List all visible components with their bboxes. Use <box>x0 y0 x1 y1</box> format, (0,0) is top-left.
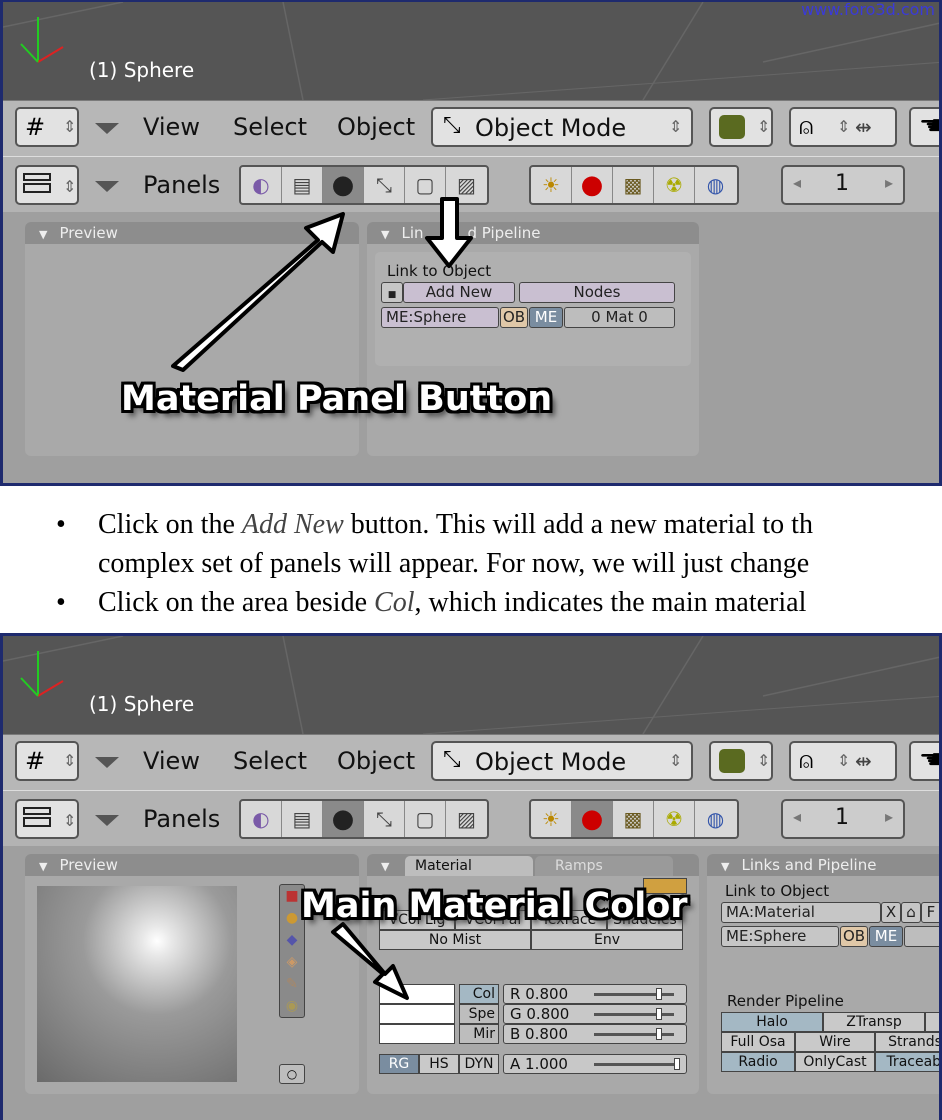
text: complex set of panels will appear. For n… <box>98 548 810 579</box>
callout-main-material-color: Main Material Color <box>301 886 688 926</box>
screenshot-material-panel-button: www.foro3d.com (1) Sphere # ⇕ View Selec… <box>0 0 942 486</box>
instruction-list: • Click on the Add New button. This will … <box>56 505 942 622</box>
emphasis-col: Col <box>374 587 415 618</box>
emphasis-add-new: Add New <box>241 509 344 540</box>
arrow-to-col-swatch <box>331 922 409 1000</box>
arrow-down-to-add-new <box>425 197 473 268</box>
arrow-to-material-button <box>171 212 345 372</box>
instruction-1: • Click on the Add New button. This will … <box>56 505 942 544</box>
annotation-arrows <box>331 922 409 1000</box>
text: Click on the area beside <box>98 587 375 618</box>
text: button. This will add a new material to … <box>343 509 813 540</box>
bullet: • <box>56 509 66 540</box>
text: Click on the <box>98 509 242 540</box>
screenshot-main-material-color: (1) Sphere # ⇕ View Select Object ⤡ Obje… <box>0 633 942 1120</box>
callout-material-panel-button: Material Panel Button <box>121 379 553 419</box>
instruction-1-continued: complex set of panels will appear. For n… <box>56 544 942 583</box>
text: , which indicates the main material <box>414 587 807 618</box>
instruction-2: • Click on the area beside Col, which ind… <box>56 583 942 622</box>
bullet: • <box>56 587 66 618</box>
